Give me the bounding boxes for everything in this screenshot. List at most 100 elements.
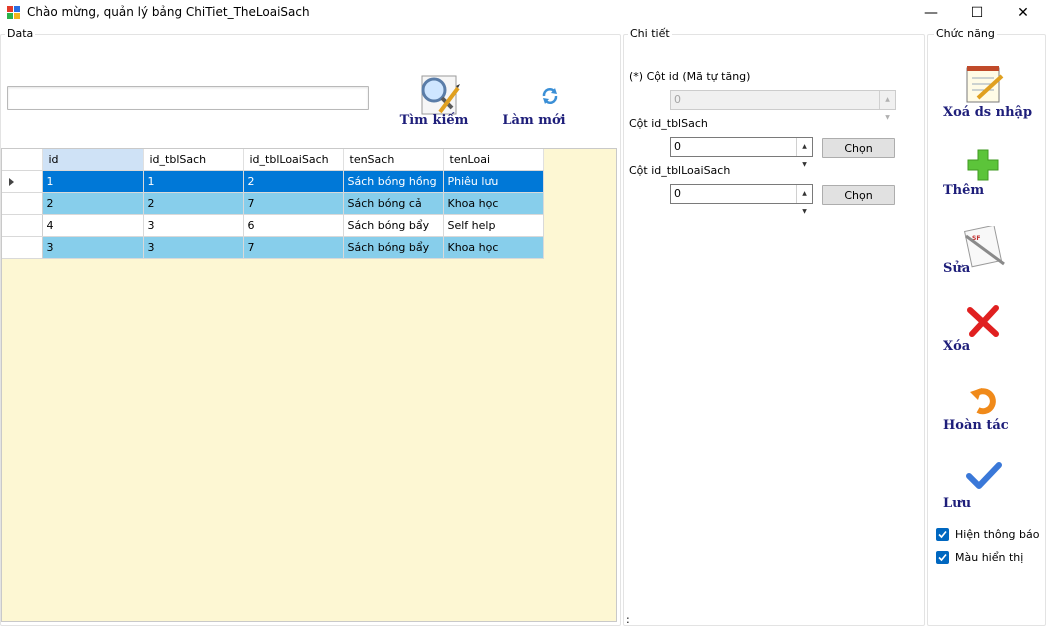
undo-arrow-icon bbox=[970, 388, 996, 415]
edit-button[interactable]: SF Sửa bbox=[940, 226, 1040, 276]
id-tblsach-label: Cột id_tblSach bbox=[629, 117, 708, 130]
id-tblloaisach-spinner[interactable]: ▲ ▼ bbox=[796, 185, 812, 215]
details-group-label: Chi tiết bbox=[628, 27, 672, 40]
clear-input-button[interactable]: Xoá ds nhập bbox=[940, 64, 1040, 120]
table-cell[interactable]: 7 bbox=[243, 236, 344, 259]
refresh-button[interactable]: Làm mới bbox=[494, 80, 574, 128]
red-x-icon bbox=[967, 305, 999, 337]
table-cell[interactable]: 2 bbox=[42, 192, 144, 215]
save-button[interactable]: Lưu bbox=[940, 462, 1040, 511]
id-numeric: 0 ▲ ▼ bbox=[670, 90, 896, 121]
id-tblsach-spinner[interactable]: ▲ ▼ bbox=[796, 138, 812, 168]
table-cell[interactable]: 7 bbox=[243, 192, 344, 215]
row-header[interactable] bbox=[2, 236, 43, 259]
id-tblloaisach-numeric[interactable]: 0 ▲ ▼ bbox=[670, 184, 813, 215]
table-cell[interactable]: 3 bbox=[42, 236, 144, 259]
functions-group-label: Chức năng bbox=[934, 27, 997, 40]
column-header-tenloai[interactable]: tenLoai bbox=[443, 149, 544, 171]
table-cell[interactable]: Sách bóng hồng bbox=[343, 170, 444, 193]
choose-loaisach-button[interactable]: Chọn bbox=[822, 185, 895, 205]
plus-icon bbox=[967, 149, 999, 181]
table-cell[interactable]: Sách bóng cả bbox=[343, 192, 444, 215]
minimize-icon: — bbox=[924, 5, 938, 21]
undo-label: Hoàn tác bbox=[943, 418, 1009, 433]
table-cell[interactable]: 6 bbox=[243, 214, 344, 237]
choose-sach-button[interactable]: Chọn bbox=[822, 138, 895, 158]
spin-up-icon[interactable]: ▲ bbox=[797, 138, 812, 156]
table-cell[interactable]: 2 bbox=[243, 170, 344, 193]
id-spinner: ▲ ▼ bbox=[879, 91, 895, 121]
table-cell[interactable]: Phiêu lưu bbox=[443, 170, 544, 193]
close-icon: ✕ bbox=[1017, 5, 1029, 21]
delete-button[interactable]: Xóa bbox=[940, 304, 1040, 354]
table-row[interactable]: 1 1 2 Sách bóng hồng Phiêu lưu bbox=[2, 170, 544, 193]
notepad-icon bbox=[966, 66, 1004, 103]
table-cell[interactable]: Self help bbox=[443, 214, 544, 237]
refresh-icon bbox=[542, 88, 558, 104]
spin-down-icon[interactable]: ▼ bbox=[797, 156, 812, 174]
column-header-id[interactable]: id bbox=[42, 149, 144, 171]
status-text: : bbox=[626, 613, 630, 626]
table-cell[interactable]: 1 bbox=[143, 170, 244, 193]
grid-table: id id_tblSach id_tblLoaiSach tenSach ten… bbox=[2, 149, 544, 259]
table-row[interactable]: 4 3 6 Sách bóng bẩy Self help bbox=[2, 214, 544, 237]
table-cell[interactable]: 3 bbox=[143, 236, 244, 259]
show-message-label: Hiện thông báo bbox=[955, 528, 1040, 541]
window-title: Chào mừng, quản lý bảng ChiTiet_TheLoaiS… bbox=[27, 5, 310, 19]
column-header-id-tblsach[interactable]: id_tblSach bbox=[143, 149, 244, 171]
refresh-button-label: Làm mới bbox=[502, 113, 566, 128]
table-cell[interactable]: 1 bbox=[42, 170, 144, 193]
spin-up-icon[interactable]: ▲ bbox=[797, 185, 812, 203]
show-color-label: Màu hiển thị bbox=[955, 551, 1024, 564]
grid-header-row: id id_tblSach id_tblLoaiSach tenSach ten… bbox=[2, 149, 544, 171]
table-cell[interactable]: 2 bbox=[143, 192, 244, 215]
row-header[interactable] bbox=[2, 192, 43, 215]
data-grid[interactable]: id id_tblSach id_tblLoaiSach tenSach ten… bbox=[1, 148, 617, 622]
id-tblloaisach-value: 0 bbox=[674, 187, 681, 200]
data-group-label: Data bbox=[5, 27, 36, 40]
minimize-button[interactable]: — bbox=[908, 0, 954, 26]
search-input[interactable] bbox=[7, 86, 369, 110]
save-label: Lưu bbox=[943, 496, 972, 511]
search-button[interactable]: Tìm kiếm bbox=[386, 70, 482, 128]
maximize-icon: ☐ bbox=[970, 5, 984, 21]
choose-sach-label: Chọn bbox=[844, 141, 873, 155]
column-header-tensach[interactable]: tenSach bbox=[343, 149, 444, 171]
spin-up-icon: ▲ bbox=[885, 96, 890, 103]
close-button[interactable]: ✕ bbox=[1000, 0, 1046, 26]
clear-input-label: Xoá ds nhập bbox=[943, 105, 1033, 120]
add-label: Thêm bbox=[943, 183, 985, 198]
row-header[interactable] bbox=[2, 214, 43, 237]
checkmark-icon bbox=[966, 462, 1002, 489]
column-header-id-tblloaisach[interactable]: id_tblLoaiSach bbox=[243, 149, 344, 171]
show-message-checkbox[interactable]: Hiện thông báo bbox=[936, 528, 1039, 541]
maximize-button[interactable]: ☐ bbox=[954, 0, 1000, 26]
row-header[interactable] bbox=[2, 170, 43, 193]
id-label: (*) Cột id (Mã tự tăng) bbox=[629, 70, 751, 83]
show-color-checkbox[interactable]: Màu hiển thị bbox=[936, 551, 1023, 564]
choose-loaisach-label: Chọn bbox=[844, 188, 873, 202]
table-cell[interactable]: Khoa học bbox=[443, 192, 544, 215]
id-tblsach-value: 0 bbox=[674, 140, 681, 153]
table-cell[interactable]: 4 bbox=[42, 214, 144, 237]
table-cell[interactable]: Khoa học bbox=[443, 236, 544, 259]
table-row[interactable]: 3 3 7 Sách bóng bẩy Khoa học bbox=[2, 236, 544, 259]
checkbox-checked-icon bbox=[936, 551, 949, 564]
table-row[interactable]: 2 2 7 Sách bóng cả Khoa học bbox=[2, 192, 544, 215]
table-cell[interactable]: 3 bbox=[143, 214, 244, 237]
title-bar[interactable]: Chào mừng, quản lý bảng ChiTiet_TheLoaiS… bbox=[0, 0, 1046, 26]
undo-button[interactable]: Hoàn tác bbox=[940, 384, 1040, 433]
id-tblsach-numeric[interactable]: 0 ▲ ▼ bbox=[670, 137, 813, 168]
grid-corner[interactable] bbox=[2, 149, 43, 171]
spin-down-icon[interactable]: ▼ bbox=[797, 203, 812, 221]
magnifier-pencil-icon bbox=[421, 75, 460, 115]
app-icon bbox=[7, 6, 20, 19]
add-button[interactable]: Thêm bbox=[940, 148, 1040, 198]
delete-label: Xóa bbox=[943, 339, 971, 354]
search-button-label: Tìm kiếm bbox=[399, 113, 469, 128]
spin-down-icon: ▼ bbox=[885, 114, 890, 121]
table-cell[interactable]: Sách bóng bẩy bbox=[343, 236, 444, 259]
checkbox-checked-icon bbox=[936, 528, 949, 541]
table-cell[interactable]: Sách bóng bẩy bbox=[343, 214, 444, 237]
current-row-arrow-icon bbox=[9, 177, 14, 186]
